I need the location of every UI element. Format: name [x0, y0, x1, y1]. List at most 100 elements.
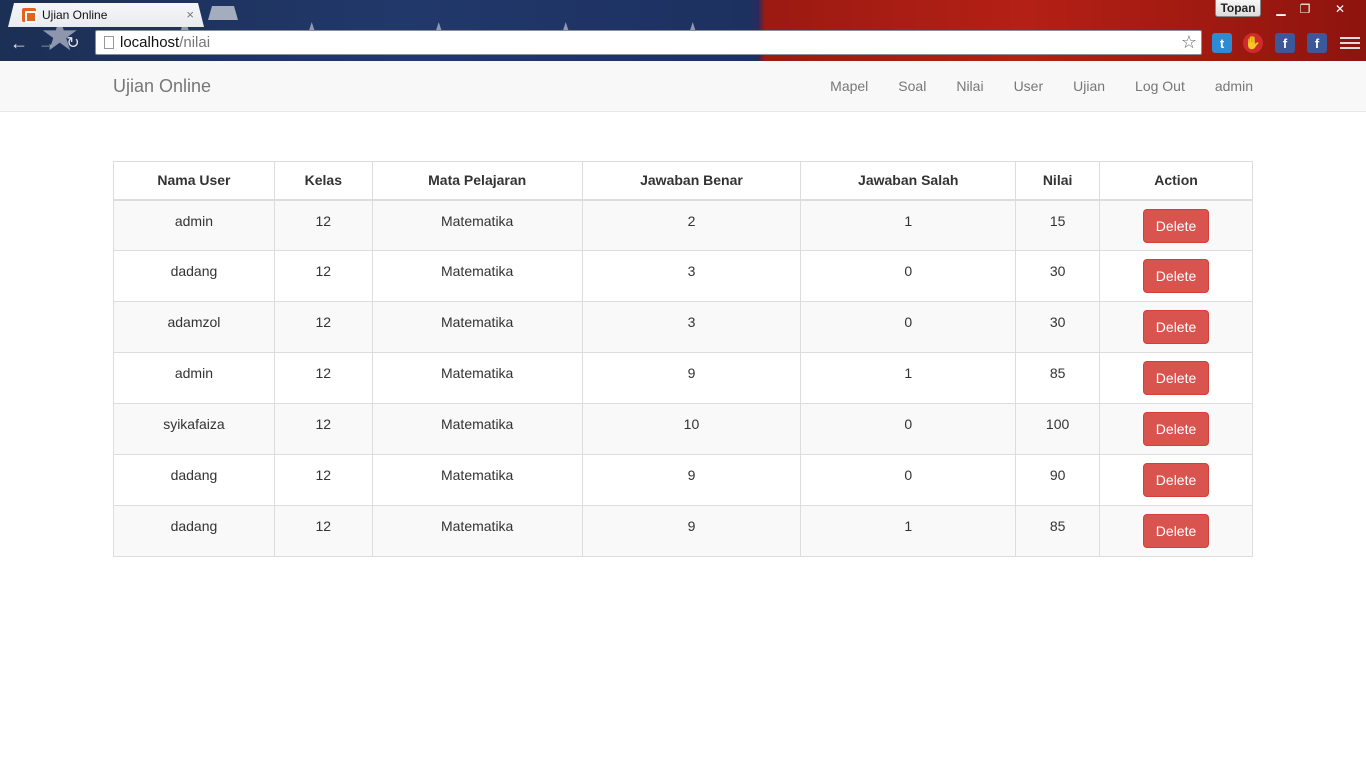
table-row: dadang 12 Matematika 3 0 30 Delete [113, 250, 1253, 302]
cell-nama-user: admin [113, 352, 275, 404]
delete-button[interactable]: Delete [1142, 361, 1210, 395]
cell-action: Delete [1099, 199, 1253, 251]
close-window-icon[interactable]: ✕ [1320, 0, 1360, 17]
nilai-table-container: Nama User Kelas Mata Pelajaran Jawaban B… [113, 161, 1253, 557]
cell-nama-user: dadang [113, 250, 275, 302]
delete-button[interactable]: Delete [1142, 463, 1210, 497]
cell-jawaban-benar: 3 [581, 301, 802, 353]
cell-nama-user: syikafaiza [113, 403, 275, 455]
cell-nilai: 85 [1015, 505, 1101, 557]
cell-action: Delete [1099, 454, 1253, 506]
cell-action: Delete [1099, 301, 1253, 353]
delete-button[interactable]: Delete [1142, 514, 1210, 548]
cell-action: Delete [1099, 505, 1253, 557]
brand-link[interactable]: Ujian Online [113, 76, 211, 97]
cell-kelas: 12 [273, 403, 373, 455]
nav-link-nilai[interactable]: Nilai [941, 78, 998, 94]
cell-jawaban-benar: 9 [581, 352, 802, 404]
cell-jawaban-benar: 9 [581, 505, 802, 557]
cell-nilai: 85 [1015, 352, 1101, 404]
minimize-icon[interactable]: ▁ [1270, 0, 1292, 17]
delete-button[interactable]: Delete [1142, 259, 1210, 293]
table-row: adamzol 12 Matematika 3 0 30 Delete [113, 301, 1253, 353]
nav-link-logout[interactable]: Log Out [1120, 78, 1200, 94]
nav-link-mapel[interactable]: Mapel [815, 78, 883, 94]
cell-kelas: 12 [273, 250, 373, 302]
cell-jawaban-benar: 10 [581, 403, 802, 455]
cell-kelas: 12 [273, 199, 373, 251]
tab-close-icon[interactable]: × [186, 7, 194, 22]
nav-link-ujian[interactable]: Ujian [1058, 78, 1120, 94]
cell-action: Delete [1099, 403, 1253, 455]
stop-icon[interactable]: ✋ [1243, 33, 1263, 53]
tab-title: Ujian Online [42, 8, 108, 22]
cell-nilai: 30 [1015, 250, 1101, 302]
cell-nilai: 15 [1015, 199, 1101, 251]
twitter-icon[interactable]: t [1212, 33, 1232, 53]
column-header: Nama User [113, 161, 275, 201]
cell-mata-pelajaran: Matematika [371, 403, 583, 455]
table-row: admin 12 Matematika 9 1 85 Delete [113, 352, 1253, 404]
forward-arrow-icon[interactable]: → [36, 32, 58, 54]
column-header: Mata Pelajaran [371, 161, 583, 201]
table-row: dadang 12 Matematika 9 0 90 Delete [113, 454, 1253, 506]
cell-jawaban-salah: 1 [800, 199, 1017, 251]
reload-icon[interactable]: ↻ [62, 32, 84, 54]
cell-nilai: 30 [1015, 301, 1101, 353]
browser-tab[interactable]: Ujian Online × [8, 3, 204, 27]
browser-toolbar: ← → ↻ localhost/nilai ☆ t ✋ f f [0, 28, 1366, 58]
nav-links: Mapel Soal Nilai User Ujian Log Out admi… [815, 61, 1253, 111]
cell-mata-pelajaran: Matematika [371, 352, 583, 404]
bookmark-star-icon[interactable]: ☆ [1181, 32, 1197, 53]
cell-action: Delete [1099, 352, 1253, 404]
facebook-icon[interactable]: f [1275, 33, 1295, 53]
column-header: Jawaban Salah [800, 161, 1017, 201]
cell-jawaban-salah: 0 [800, 301, 1017, 353]
cell-jawaban-benar: 9 [581, 454, 802, 506]
cell-kelas: 12 [273, 454, 373, 506]
cell-kelas: 12 [273, 352, 373, 404]
delete-button[interactable]: Delete [1142, 208, 1210, 243]
cell-mata-pelajaran: Matematika [371, 454, 583, 506]
nav-link-user[interactable]: User [999, 78, 1059, 94]
cell-mata-pelajaran: Matematika [371, 250, 583, 302]
cell-nama-user: admin [113, 199, 275, 251]
nav-link-soal[interactable]: Soal [883, 78, 941, 94]
cell-jawaban-salah: 0 [800, 454, 1017, 506]
browser-menu-icon[interactable] [1340, 32, 1360, 54]
cell-kelas: 12 [273, 505, 373, 557]
back-arrow-icon[interactable]: ← [8, 32, 30, 54]
table-row: syikafaiza 12 Matematika 10 0 100 Delete [113, 403, 1253, 455]
column-header: Kelas [273, 161, 373, 201]
delete-button[interactable]: Delete [1142, 412, 1210, 446]
delete-button[interactable]: Delete [1142, 310, 1210, 344]
cell-nilai: 90 [1015, 454, 1101, 506]
address-bar[interactable]: localhost/nilai ☆ [95, 30, 1202, 55]
nav-link-admin[interactable]: admin [1200, 78, 1253, 94]
browser-chrome: ★ ★ ★ ★ ★ ★ Ujian Online × Topan ▁ ❐ ✕ ←… [0, 0, 1366, 61]
cell-jawaban-benar: 3 [581, 250, 802, 302]
url-path: /nilai [179, 34, 211, 51]
cell-jawaban-salah: 0 [800, 250, 1017, 302]
xampp-favicon-icon [22, 8, 37, 23]
cell-action: Delete [1099, 250, 1253, 302]
cell-nama-user: adamzol [113, 301, 275, 353]
cell-kelas: 12 [273, 301, 373, 353]
cell-mata-pelajaran: Matematika [371, 199, 583, 251]
column-header: Jawaban Benar [581, 161, 802, 201]
table-header-row: Nama User Kelas Mata Pelajaran Jawaban B… [113, 161, 1253, 201]
new-tab-button[interactable] [208, 6, 238, 20]
table-row: dadang 12 Matematika 9 1 85 Delete [113, 505, 1253, 557]
column-header: Action [1099, 161, 1253, 201]
maximize-icon[interactable]: ❐ [1294, 0, 1316, 17]
cell-nama-user: dadang [113, 454, 275, 506]
facebook-icon[interactable]: f [1307, 33, 1327, 53]
cell-nama-user: dadang [113, 505, 275, 557]
page-icon [104, 36, 114, 49]
profile-badge[interactable]: Topan [1215, 0, 1261, 17]
cell-jawaban-salah: 1 [800, 352, 1017, 404]
cell-mata-pelajaran: Matematika [371, 301, 583, 353]
cell-jawaban-salah: 0 [800, 403, 1017, 455]
navbar: Ujian Online Mapel Soal Nilai User Ujian… [0, 61, 1366, 112]
cell-jawaban-salah: 1 [800, 505, 1017, 557]
